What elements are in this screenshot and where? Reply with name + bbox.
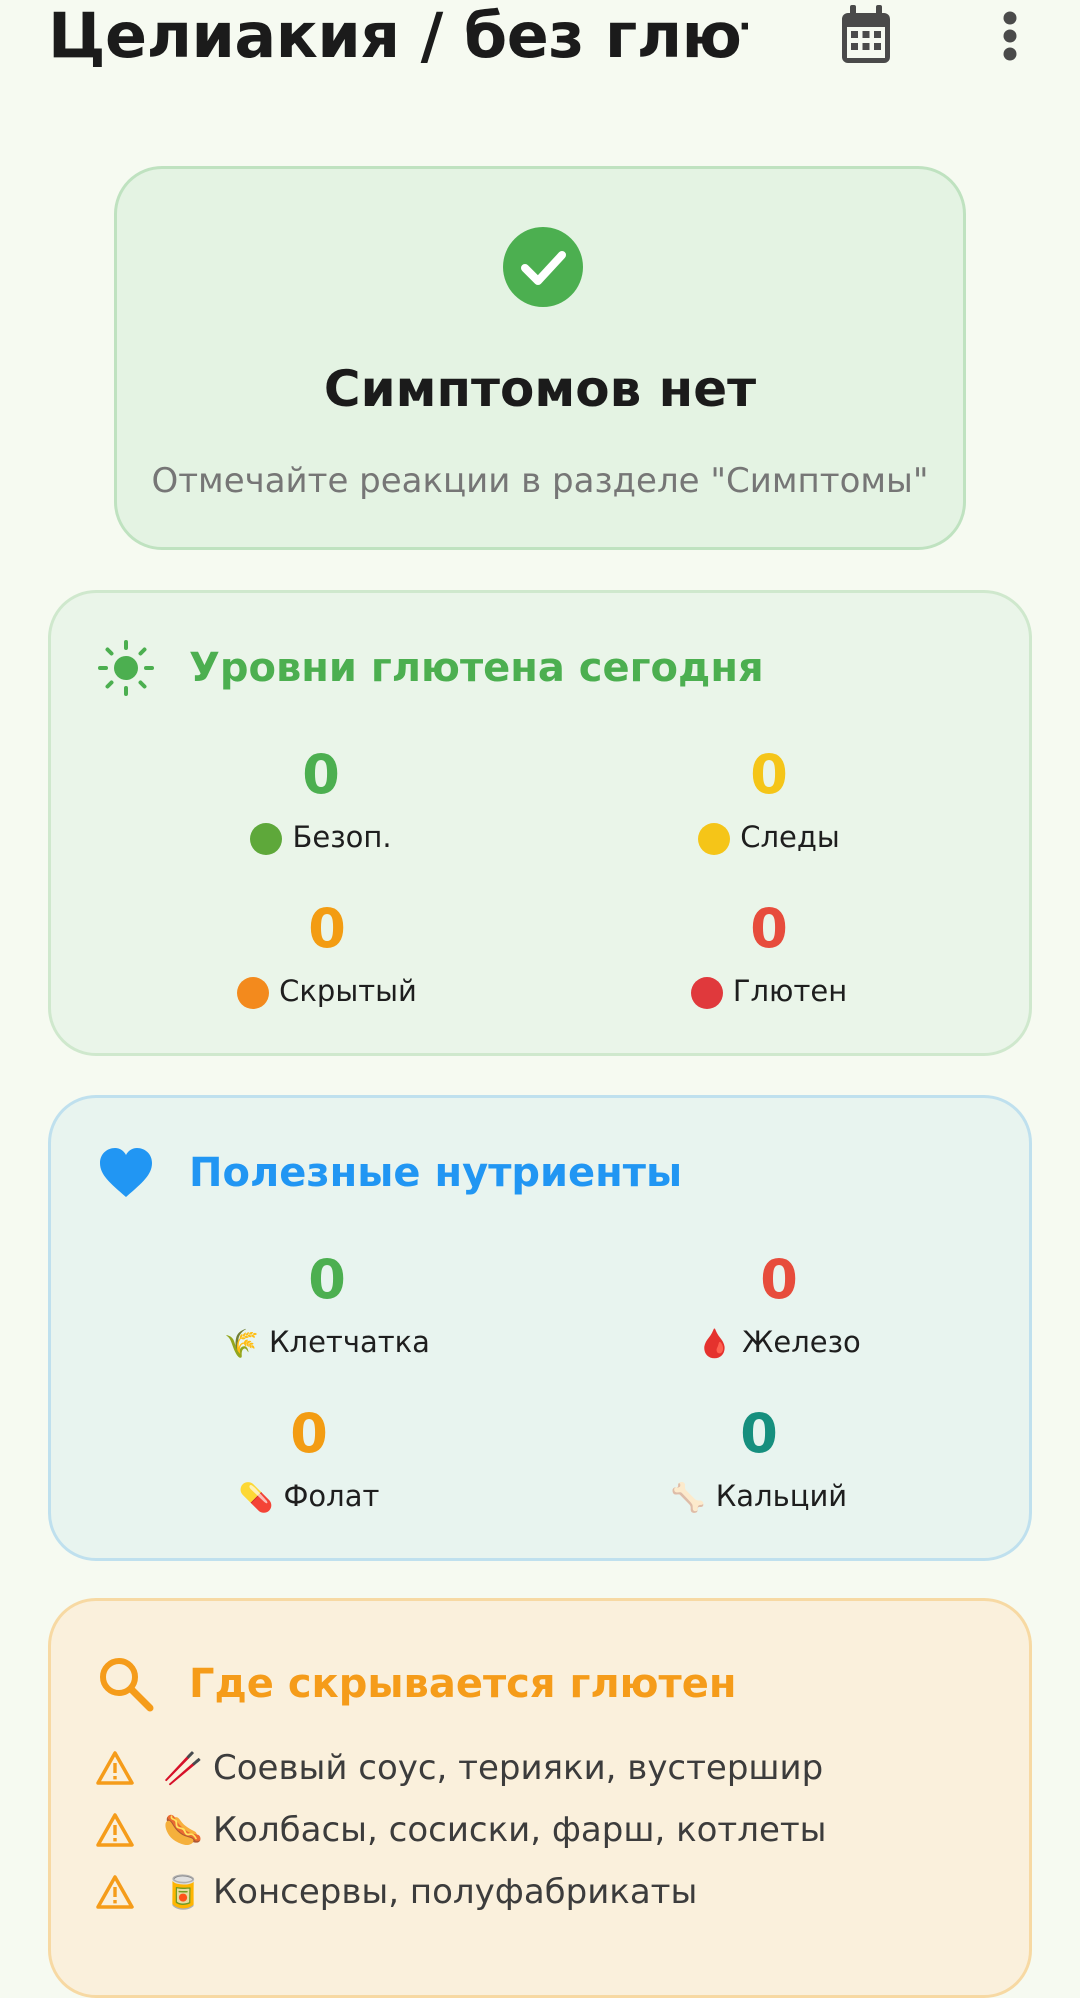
- hot-dog-icon: 🌭: [163, 1811, 203, 1849]
- nutrients-card: Полезные нутриенты 0 🌾 Клетчатка 0 🩸 Желез…: [48, 1095, 1032, 1561]
- pill-icon: 💊: [238, 1481, 274, 1514]
- stat-calcium-label: Кальций: [715, 1479, 848, 1513]
- stat-iron-value: 0: [760, 1248, 798, 1311]
- gluten-levels-header: Уровни глютена сегодня: [97, 633, 764, 703]
- hidden-gluten-title: Где скрывается глютен: [189, 1661, 737, 1707]
- stat-calcium-value: 0: [740, 1402, 778, 1465]
- list-item-text: Соевый соус, терияки, вустершир: [213, 1748, 824, 1788]
- warning-icon: [95, 1810, 139, 1850]
- heart-icon: [100, 1148, 152, 1197]
- stat-safe-label: Безоп.: [292, 820, 392, 854]
- more-options-button[interactable]: [984, 4, 1036, 68]
- gluten-levels-title: Уровни глютена сегодня: [189, 645, 764, 691]
- wheat-icon: 🌾: [224, 1327, 259, 1360]
- canned-food-icon: 🥫: [163, 1873, 203, 1911]
- blood-drop-icon: 🩸: [697, 1327, 733, 1360]
- nutrients-title: Полезные нутриенты: [189, 1150, 683, 1196]
- stat-folate-value: 0: [290, 1402, 328, 1465]
- stat-safe: 0 Безоп.: [171, 743, 471, 857]
- stat-iron: 0 🩸 Железо: [629, 1248, 929, 1364]
- stat-traces-value: 0: [750, 743, 788, 806]
- stat-hidden-value: 0: [308, 897, 346, 960]
- stat-traces-label: Следы: [740, 820, 840, 854]
- green-circle-icon: [250, 823, 283, 855]
- warning-icon: [95, 1748, 139, 1788]
- gluten-levels-card: Уровни глютена сегодня 0 Безоп. 0 Следы …: [48, 590, 1032, 1056]
- calendar-icon: [842, 5, 890, 63]
- chopsticks-icon: 🥢: [163, 1749, 203, 1787]
- list-item: 🥢 Соевый соус, терияки, вустершир: [95, 1737, 975, 1799]
- red-circle-icon: [690, 977, 723, 1009]
- symptom-status-subtitle: Отмечайте реакции в разделе "Симптомы": [151, 461, 929, 501]
- check-circle-icon: [503, 227, 583, 307]
- search-icon: [100, 1658, 154, 1712]
- app-title: Целиакия / без глют...: [48, 0, 748, 72]
- stat-folate-label: Фолат: [283, 1479, 380, 1513]
- list-item-text: Консервы, полуфабрикаты: [213, 1872, 698, 1912]
- stat-fiber-label: Клетчатка: [268, 1325, 430, 1359]
- stat-gluten-value: 0: [750, 897, 788, 960]
- stat-safe-value: 0: [302, 743, 340, 806]
- stat-gluten: 0 Глютен: [619, 897, 919, 1011]
- stat-gluten-label: Глютен: [732, 974, 848, 1008]
- stat-hidden-label: Скрытый: [279, 974, 417, 1008]
- sun-icon: [98, 640, 154, 696]
- stat-folate: 0 💊 Фолат: [159, 1402, 459, 1518]
- stat-iron-label: Железо: [742, 1325, 861, 1359]
- stat-fiber-value: 0: [308, 1248, 346, 1311]
- symptom-status-title: Симптомов нет: [323, 360, 757, 418]
- stat-hidden: 0 Скрытый: [177, 897, 477, 1011]
- list-item: 🥫 Консервы, полуфабрикаты: [95, 1861, 975, 1923]
- more-vert-icon: [1003, 11, 1017, 61]
- hidden-gluten-list: 🥢 Соевый соус, терияки, вустершир 🌭 Колб…: [95, 1737, 975, 1923]
- warning-icon: [95, 1872, 139, 1912]
- nutrients-header: Полезные нутриенты: [97, 1138, 682, 1208]
- stat-traces: 0 Следы: [619, 743, 919, 857]
- list-item-text: Колбасы, сосиски, фарш, котлеты: [213, 1810, 827, 1850]
- app-bar: Целиакия / без глют...: [0, 0, 1080, 80]
- list-item: 🌭 Колбасы, сосиски, фарш, котлеты: [95, 1799, 975, 1861]
- hidden-gluten-card: Где скрывается глютен 🥢 Соевый соус, тер…: [48, 1598, 1032, 1998]
- calendar-button[interactable]: [836, 4, 896, 68]
- hidden-gluten-header: Где скрывается глютен: [97, 1649, 736, 1719]
- stat-fiber: 0 🌾 Клетчатка: [177, 1248, 477, 1364]
- symptom-status-card: Симптомов нет Отмечайте реакции в раздел…: [114, 166, 966, 550]
- orange-circle-icon: [237, 977, 270, 1009]
- stat-calcium: 0 🦴 Кальций: [609, 1402, 909, 1518]
- bone-icon: 🦴: [670, 1481, 706, 1514]
- yellow-circle-icon: [698, 823, 731, 855]
